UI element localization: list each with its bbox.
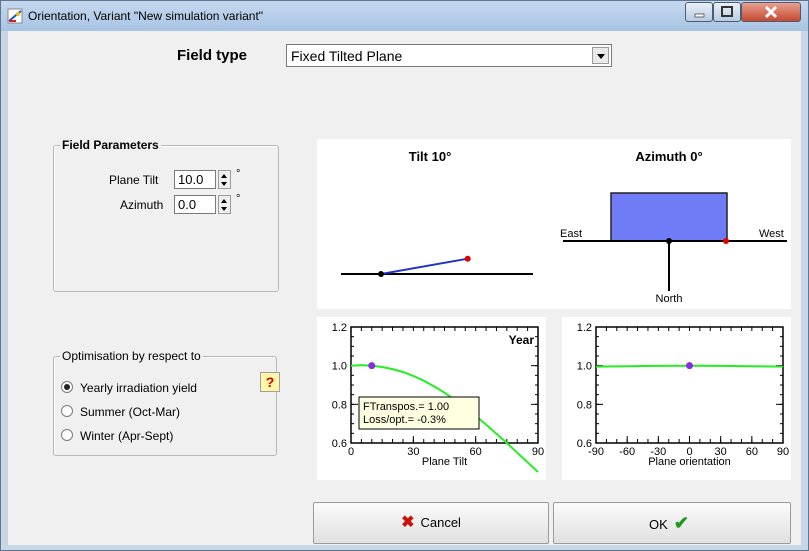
field-type-select[interactable]: Fixed Tilted Plane	[286, 44, 612, 67]
plane-tilt-spinner[interactable]	[218, 170, 231, 189]
dialog-window: Orientation, Variant "New simulation var…	[0, 0, 809, 551]
east-label: East	[560, 228, 582, 240]
option-yearly[interactable]: Yearly irradiation yield	[61, 381, 197, 395]
checkmark-icon: ✔	[673, 513, 689, 533]
field-type-value: Fixed Tilted Plane	[291, 48, 403, 64]
close-button[interactable]	[741, 2, 801, 22]
option-summer-label: Summer (Oct-Mar)	[80, 405, 180, 419]
option-winter[interactable]: Winter (Apr-Sept)	[61, 429, 173, 443]
azimuth-input[interactable]: 0.0	[174, 195, 216, 214]
y-tick-label: 0.6	[332, 438, 347, 450]
north-label: North	[656, 293, 683, 305]
y-tick-label: 1.0	[332, 361, 347, 373]
plot-frame	[595, 326, 784, 444]
window-frame-bottom	[1, 545, 808, 550]
cancel-x-icon: ✖	[401, 514, 415, 531]
title-bar[interactable]: Orientation, Variant "New simulation var…	[1, 1, 808, 31]
tilt-pivot-point	[378, 271, 384, 277]
field-type-label: Field type	[177, 47, 248, 64]
west-label: West	[759, 228, 784, 240]
tilt-chart-panel: 0.6 0.8 1.0 1.2 0 30 60 90 Plane Tilt Year FTransp…	[317, 317, 546, 480]
x-tick-label: 60	[746, 446, 758, 458]
x-tick-label: -60	[619, 446, 635, 458]
info-box-line: FTranspos.= 1.00	[363, 401, 449, 413]
tilt-diagram-title: Tilt 10°	[409, 149, 452, 164]
chart-title: Year	[509, 333, 535, 347]
x-tick-label: 60	[470, 446, 482, 458]
minimize-icon	[694, 13, 705, 18]
pvsyst-orientation-icon	[7, 8, 23, 24]
tilt-chart: 0.6 0.8 1.0 1.2 0 30 60 90 Plane Tilt Year FTransp…	[332, 322, 544, 473]
field-parameters-group: Field Parameters	[53, 138, 279, 292]
azimuth-label: Azimuth	[120, 198, 164, 212]
plane-tilt-unit: °	[236, 168, 241, 180]
tilt-diagram-panel: Tilt 10° Azimuth 0° East West North	[317, 139, 791, 309]
azimuth-spinner[interactable]	[218, 195, 231, 214]
maximize-icon	[721, 6, 733, 17]
radio-yearly[interactable]	[61, 381, 73, 393]
x-axis-label: Plane Tilt	[422, 456, 467, 468]
window-frame-right	[801, 31, 808, 545]
optimisation-legend: Optimisation by respect to	[60, 349, 203, 363]
cancel-label: Cancel	[420, 515, 461, 530]
info-box-line: Loss/opt.= -0.3%	[363, 414, 446, 426]
azimuth-red-point	[723, 238, 729, 244]
option-summer[interactable]: Summer (Oct-Mar)	[61, 405, 180, 419]
maximize-button[interactable]	[713, 2, 741, 22]
y-tick-label: 1.2	[577, 322, 592, 334]
plane-tilt-label: Plane Tilt	[109, 173, 159, 187]
radio-summer[interactable]	[61, 405, 73, 417]
azimuth-unit: °	[236, 193, 241, 205]
option-yearly-label: Yearly irradiation yield	[80, 381, 197, 395]
option-winter-label: Winter (Apr-Sept)	[80, 429, 174, 443]
x-tick-label: 30	[407, 446, 419, 458]
cancel-button[interactable]: ✖ Cancel	[313, 502, 549, 544]
tilt-end-point	[464, 255, 471, 262]
radio-winter[interactable]	[61, 429, 73, 441]
window-frame-left	[1, 31, 8, 545]
x-axis-label: Plane orientation	[648, 456, 731, 468]
minimize-button[interactable]	[685, 2, 713, 22]
y-tick-label: 0.8	[332, 399, 347, 411]
azimuth-center-point	[666, 238, 672, 244]
plane-tilt-input[interactable]: 10.0	[174, 170, 216, 189]
x-tick-label: 90	[777, 446, 789, 458]
orientation-diagrams: Tilt 10° Azimuth 0° East West North	[341, 149, 787, 305]
ok-button[interactable]: OK ✔	[553, 502, 791, 544]
help-button[interactable]: ?	[260, 372, 280, 392]
x-tick-label: 90	[532, 446, 544, 458]
orientation-chart: 0.60.81.01.2-90 -60 -30 0 30 60 90Plane orient…	[577, 322, 789, 468]
optimum-marker	[368, 362, 376, 370]
orientation-chart-panel: 0.6 0.8 1.0 1.2 -90 -60 -30 0 30 60 90 Plane orient…	[562, 317, 791, 480]
ok-label: OK	[649, 517, 668, 532]
y-tick-label: 0.8	[577, 399, 592, 411]
chevron-down-icon[interactable]	[592, 47, 609, 64]
y-tick-label: 1.2	[332, 322, 347, 334]
x-tick-label: -90	[588, 446, 604, 458]
azimuth-diagram-title: Azimuth 0°	[635, 149, 702, 164]
x-tick-label: 0	[348, 446, 354, 458]
window-title: Orientation, Variant "New simulation var…	[28, 9, 264, 23]
tilt-plane-line	[380, 257, 468, 275]
close-icon	[764, 5, 778, 19]
optimum-marker	[686, 362, 693, 370]
azimuth-plane-rect	[610, 192, 728, 242]
field-parameters-legend: Field Parameters	[60, 138, 161, 152]
y-tick-label: 1.0	[577, 361, 592, 373]
